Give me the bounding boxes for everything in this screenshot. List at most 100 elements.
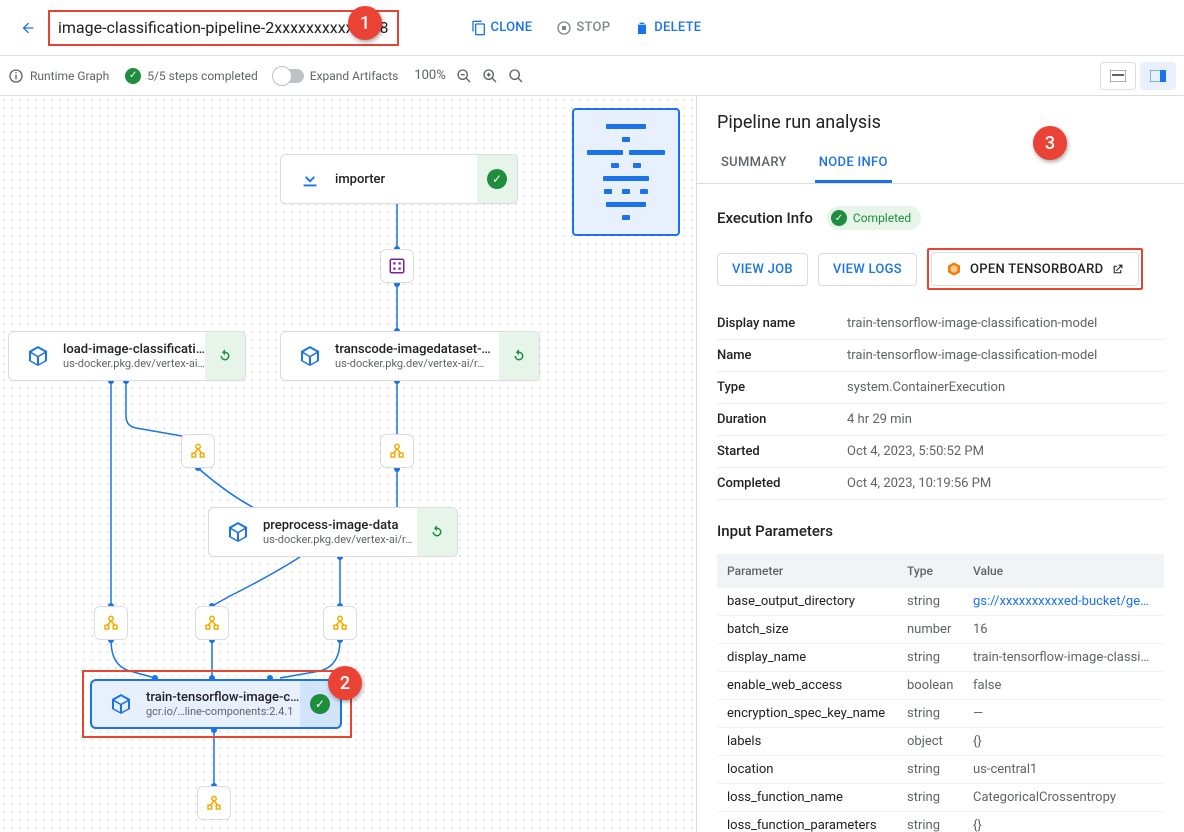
param-row: batch_sizenumber16 (717, 616, 1164, 644)
artifact-icon (331, 614, 349, 632)
param-name: labels (727, 734, 907, 749)
kv-row: StartedOct 4, 2023, 5:50:52 PM (717, 436, 1164, 468)
download-icon (295, 164, 325, 194)
view-mode-2[interactable] (1140, 62, 1176, 90)
zoom-out-icon[interactable] (456, 68, 472, 84)
zoom-value: 100% (414, 68, 445, 83)
panel-split-icon (1150, 70, 1166, 82)
kv-row: Typesystem.ContainerExecution (717, 372, 1164, 404)
check-icon: ✓ (487, 169, 507, 189)
kv-key: Display name (717, 316, 847, 331)
stop-button: STOP (544, 12, 622, 44)
artifact-icon (203, 614, 221, 632)
kv-key: Type (717, 380, 847, 395)
tab-node-info[interactable]: NODE INFO (815, 145, 892, 183)
node-preprocess-title: preprocess-image-data (263, 518, 417, 533)
clone-button[interactable]: CLONE (459, 12, 545, 44)
mm-bar (622, 189, 630, 194)
input-params-title: Input Parameters (697, 500, 1184, 554)
callout-badge-1: 1 (348, 6, 382, 40)
artifact-icon (189, 442, 207, 460)
view-mode-1[interactable] (1100, 62, 1136, 90)
open-tensorboard-button[interactable]: OPEN TENSORBOARD (931, 252, 1139, 286)
main-area: importer ✓ load-image-classificatio… us-… (0, 96, 1184, 832)
minimap[interactable] (572, 108, 680, 236)
toggle-icon[interactable] (274, 69, 304, 83)
right-panel: Pipeline run analysis SUMMARY NODE INFO … (696, 96, 1184, 832)
param-value: — (973, 706, 1154, 721)
highlight-box-3: OPEN TENSORBOARD (927, 248, 1143, 290)
check-icon: ✓ (125, 68, 141, 84)
tab-summary[interactable]: SUMMARY (717, 145, 791, 183)
param-value[interactable]: gs://xxxxxxxxxxed-bucket/genai-tuning-ex… (973, 594, 1154, 609)
node-transcode-sub: us-docker.pkg.dev/vertex-ai/r… (335, 357, 499, 370)
node-train[interactable]: train-tensorflow-image-c… gcr.io/…line-c… (90, 679, 342, 729)
kv-val: train-tensorflow-image-classification-mo… (847, 316, 1164, 331)
param-value: 16 (973, 622, 1154, 637)
node-importer-title: importer (335, 172, 477, 187)
runtime-graph-chip[interactable]: Runtime Graph (8, 68, 109, 84)
kv-key: Completed (717, 476, 847, 491)
check-icon: ✓ (831, 210, 847, 226)
artifact-icon (102, 614, 120, 632)
param-type: string (907, 650, 973, 665)
execution-info-header: Execution Info ✓ Completed (697, 184, 1184, 230)
node-train-title: train-tensorflow-image-c… (146, 690, 300, 705)
kv-key: Started (717, 444, 847, 459)
node-transcode[interactable]: transcode-imagedataset-… us-docker.pkg.d… (280, 331, 540, 381)
param-row: labelsobject{} (717, 728, 1164, 756)
expand-label: Expand Artifacts (310, 69, 399, 83)
node-artifact[interactable] (94, 606, 128, 640)
graph-canvas[interactable]: importer ✓ load-image-classificatio… us-… (0, 96, 696, 832)
node-importer[interactable]: importer ✓ (280, 154, 518, 204)
node-load[interactable]: load-image-classificatio… us-docker.pkg.… (8, 331, 246, 381)
node-transcode-title: transcode-imagedataset-… (335, 342, 499, 357)
param-row: enable_web_accessbooleanfalse (717, 672, 1164, 700)
panel-title: Pipeline run analysis (697, 112, 1184, 145)
node-artifact[interactable] (197, 786, 231, 820)
node-artifact[interactable] (380, 434, 414, 468)
mm-bar (640, 189, 648, 194)
view-logs-button[interactable]: VIEW LOGS (818, 253, 917, 286)
mm-bar (606, 202, 646, 207)
view-job-button[interactable]: VIEW JOB (717, 253, 808, 286)
callout-badge-3: 3 (1033, 126, 1067, 160)
pipeline-name: image-classification-pipeline-2xxxxxxxxx… (48, 10, 399, 46)
completed-label: Completed (853, 211, 911, 225)
node-artifact[interactable] (181, 434, 215, 468)
param-table-header: Parameter Type Value (717, 554, 1164, 588)
node-preprocess[interactable]: preprocess-image-data us-docker.pkg.dev/… (208, 507, 458, 557)
node-artifact[interactable] (380, 249, 414, 283)
param-name: base_output_directory (727, 594, 907, 609)
external-link-icon (1111, 263, 1124, 276)
kv-row: Display nametrain-tensorflow-image-class… (717, 308, 1164, 340)
node-artifact[interactable] (195, 606, 229, 640)
back-button[interactable] (8, 8, 48, 48)
param-type: number (907, 622, 973, 637)
status-badge: ✓ Completed (827, 206, 921, 230)
param-row: base_output_directorystringgs://xxxxxxxx… (717, 588, 1164, 616)
mm-bar (622, 137, 630, 142)
delete-button[interactable]: DELETE (622, 12, 713, 44)
runtime-graph-label: Runtime Graph (30, 69, 109, 83)
zoom-reset-icon[interactable] (508, 68, 524, 84)
zoom-controls: 100% (414, 68, 523, 84)
view-mode-group (1100, 62, 1176, 90)
mm-bar (606, 124, 646, 129)
mm-bar (604, 189, 612, 194)
stop-label: STOP (576, 20, 610, 35)
node-artifact[interactable] (323, 606, 357, 640)
cube-icon (106, 689, 136, 719)
expand-artifacts-chip[interactable]: Expand Artifacts (274, 69, 399, 83)
delete-label: DELETE (654, 20, 701, 35)
grid-icon (388, 257, 406, 275)
artifact-icon (388, 442, 406, 460)
kv-val: Oct 4, 2023, 10:19:56 PM (847, 476, 1164, 491)
status-bar: Runtime Graph ✓ 5/5 steps completed Expa… (0, 56, 1184, 96)
node-status-cached (417, 508, 457, 556)
param-row: loss_function_parametersstring{} (717, 812, 1164, 832)
zoom-in-icon[interactable] (482, 68, 498, 84)
kv-row: CompletedOct 4, 2023, 10:19:56 PM (717, 468, 1164, 500)
param-row: display_namestringtrain-tensorflow-image… (717, 644, 1164, 672)
col-type: Type (907, 564, 973, 578)
